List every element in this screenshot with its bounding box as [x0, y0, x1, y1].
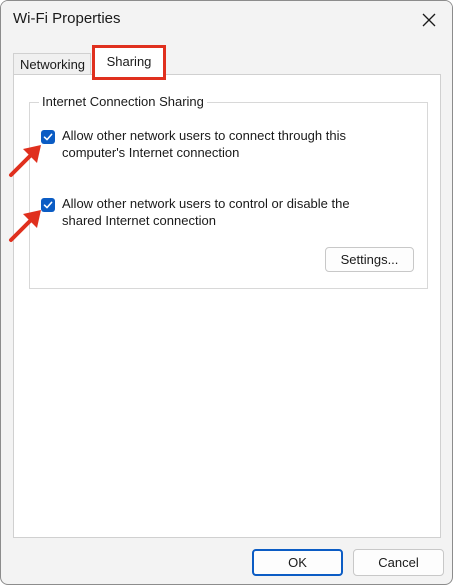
arrow-icon [9, 210, 41, 242]
tab-sharing[interactable]: Sharing [93, 47, 165, 76]
allow-connect-label-line2: computer's Internet connection [62, 145, 240, 160]
group-legend: Internet Connection Sharing [39, 94, 207, 109]
cancel-button[interactable]: Cancel [353, 549, 444, 576]
ok-button[interactable]: OK [252, 549, 343, 576]
title-bar: Wi-Fi Properties [1, 1, 452, 39]
close-button[interactable] [406, 1, 452, 39]
allow-control-label: Allow other network users to control or … [62, 195, 392, 229]
allow-connect-label-line1: Allow other network users to connect thr… [62, 128, 346, 143]
tab-networking[interactable]: Networking [13, 53, 91, 75]
allow-control-label-line1: Allow other network users to control or … [62, 196, 350, 211]
tab-panel-sharing: Internet Connection Sharing Allow other … [13, 74, 441, 538]
window-title: Wi-Fi Properties [13, 10, 121, 27]
allow-control-label-line2: shared Internet connection [62, 213, 216, 228]
properties-dialog: Wi-Fi Properties Networking Sharing Inte… [0, 0, 453, 585]
internet-connection-sharing-group: Internet Connection Sharing Allow other … [29, 94, 428, 289]
close-icon [422, 13, 436, 27]
arrow-icon [9, 145, 41, 177]
settings-button[interactable]: Settings... [325, 247, 414, 272]
allow-connect-label: Allow other network users to connect thr… [62, 127, 392, 161]
